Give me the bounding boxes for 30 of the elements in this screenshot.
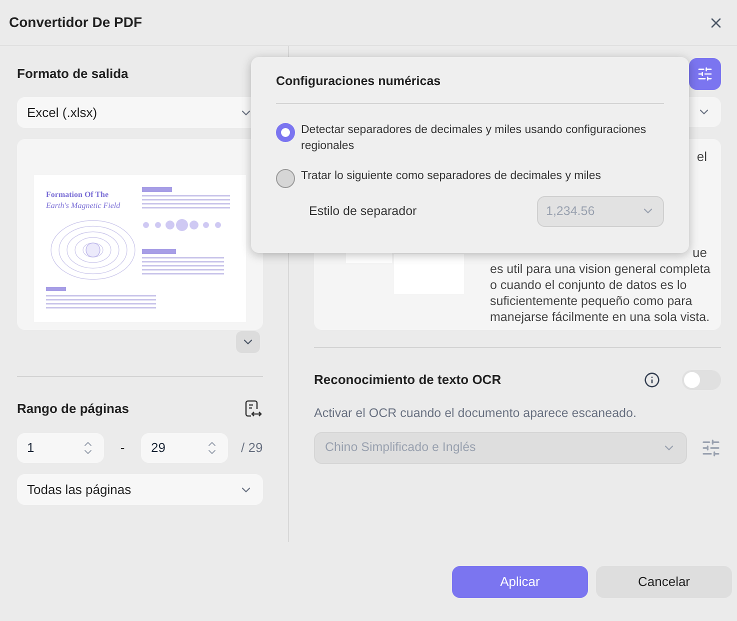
number-field[interactable]: 29 bbox=[141, 433, 228, 463]
page-swap-icon[interactable] bbox=[243, 399, 263, 419]
number-field[interactable]: 1 bbox=[17, 433, 104, 463]
sliders-icon bbox=[697, 66, 713, 82]
radio-button[interactable] bbox=[276, 122, 295, 142]
radio-button[interactable] bbox=[276, 168, 295, 188]
section-heading: Rango de páginas bbox=[17, 400, 129, 418]
ocr-description: Activar el OCR cuando el documento aparece escaneado. bbox=[314, 405, 638, 422]
radio-label[interactable]: Tratar lo siguiente como separadores de decimales y miles bbox=[301, 168, 601, 184]
section-heading: Formato de salida bbox=[17, 66, 130, 82]
radio-label[interactable]: Detectar separadores de decimales y miles usando configuraciones regionales bbox=[301, 122, 664, 154]
section-heading: Reconocimiento de texto OCR bbox=[314, 371, 502, 390]
text-fragment: ue bbox=[692, 244, 707, 262]
window-title: Convertidor De PDF bbox=[9, 13, 142, 32]
page-mode-dropdown[interactable]: Todas las páginas bbox=[17, 474, 263, 505]
settings-button[interactable] bbox=[689, 58, 721, 90]
sliders-icon[interactable] bbox=[701, 438, 721, 458]
info-description: es util para una vision general completa o cuando el conjunto de datos es lo suficientemente pequeño como para manejarse fácilmente en una sola vista. bbox=[490, 261, 712, 326]
range-separator: - bbox=[119, 439, 126, 458]
sheet-graphic bbox=[394, 254, 464, 294]
apply-button[interactable]: Aplicar bbox=[452, 566, 588, 598]
text-fragment: el bbox=[696, 148, 707, 166]
separator-label: Estilo de separador bbox=[309, 202, 417, 220]
page-total: / 29 bbox=[241, 439, 263, 458]
page-subtitle: Earth's Magnetic Field bbox=[46, 200, 120, 211]
page-title: Formation Of The bbox=[46, 189, 110, 200]
expand-button[interactable] bbox=[236, 331, 260, 353]
cancel-button[interactable]: Cancelar bbox=[596, 566, 732, 598]
popup-title: Configuraciones numéricas bbox=[276, 72, 664, 104]
info-icon[interactable] bbox=[644, 372, 660, 388]
